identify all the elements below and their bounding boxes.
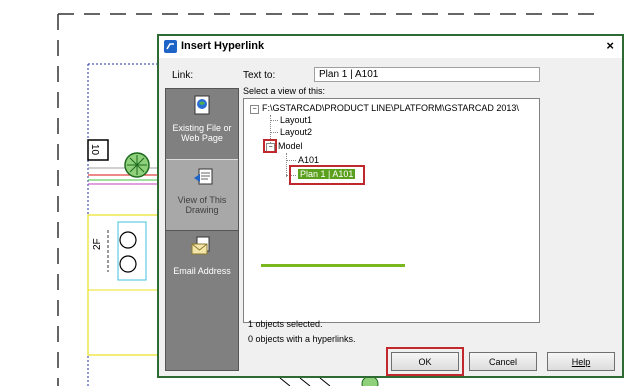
email-icon bbox=[191, 236, 210, 255]
sidebar-item-existing-file[interactable]: Existing File or Web Page bbox=[166, 89, 238, 159]
text-to-input[interactable] bbox=[314, 67, 540, 82]
sidebar-item-label: Existing File or Web Page bbox=[172, 123, 232, 143]
cad-label-10: 10 bbox=[89, 144, 100, 156]
insert-hyperlink-dialog: Insert Hyperlink × Link: Existing File o… bbox=[157, 34, 624, 378]
tree-item-layout2[interactable]: Layout2 bbox=[280, 127, 312, 137]
status-hyperlink-count: 0 objects with a hyperlinks. bbox=[248, 334, 356, 344]
sidebar-item-view-of-drawing[interactable]: View of This Drawing bbox=[166, 159, 238, 231]
drawing-view-icon bbox=[194, 168, 213, 185]
text-to-label: Text to: bbox=[243, 70, 276, 81]
help-button[interactable]: Help bbox=[547, 352, 615, 371]
tree-item-a101[interactable]: A101 bbox=[298, 155, 319, 165]
close-icon[interactable]: × bbox=[606, 38, 614, 53]
dialog-titlebar[interactable]: Insert Hyperlink × bbox=[159, 36, 622, 58]
highlight-box-ok bbox=[386, 347, 464, 376]
highlight-box-plan bbox=[289, 165, 365, 185]
sidebar-item-label: View of This Drawing bbox=[177, 195, 227, 215]
root-expander[interactable]: − bbox=[250, 105, 259, 114]
sidebar-item-email-address[interactable]: Email Address bbox=[166, 230, 238, 300]
green-underline-bar bbox=[261, 264, 405, 267]
sidebar-item-label: Email Address bbox=[173, 266, 231, 276]
tree-item-model[interactable]: Model bbox=[278, 141, 303, 151]
view-tree[interactable]: − F:\GSTARCAD\PRODUCT LINE\PLATFORM\GSTA… bbox=[243, 98, 540, 323]
link-label: Link: bbox=[172, 70, 194, 81]
cancel-button[interactable]: Cancel bbox=[469, 352, 537, 371]
tree-item-layout1[interactable]: Layout1 bbox=[280, 115, 312, 125]
web-page-icon bbox=[194, 95, 210, 115]
dialog-title: Insert Hyperlink bbox=[181, 40, 265, 52]
status-selected-count: 1 objects selected. bbox=[248, 319, 323, 329]
select-view-label: Select a view of this: bbox=[243, 86, 326, 96]
highlight-box-model-expander bbox=[263, 139, 277, 153]
cad-label-2f: 2F bbox=[92, 238, 103, 250]
tree-root-path[interactable]: F:\GSTARCAD\PRODUCT LINE\PLATFORM\GSTARC… bbox=[262, 103, 519, 113]
hyperlink-app-icon bbox=[164, 40, 177, 53]
link-type-sidebar: Existing File or Web Page View of This D… bbox=[165, 88, 239, 371]
